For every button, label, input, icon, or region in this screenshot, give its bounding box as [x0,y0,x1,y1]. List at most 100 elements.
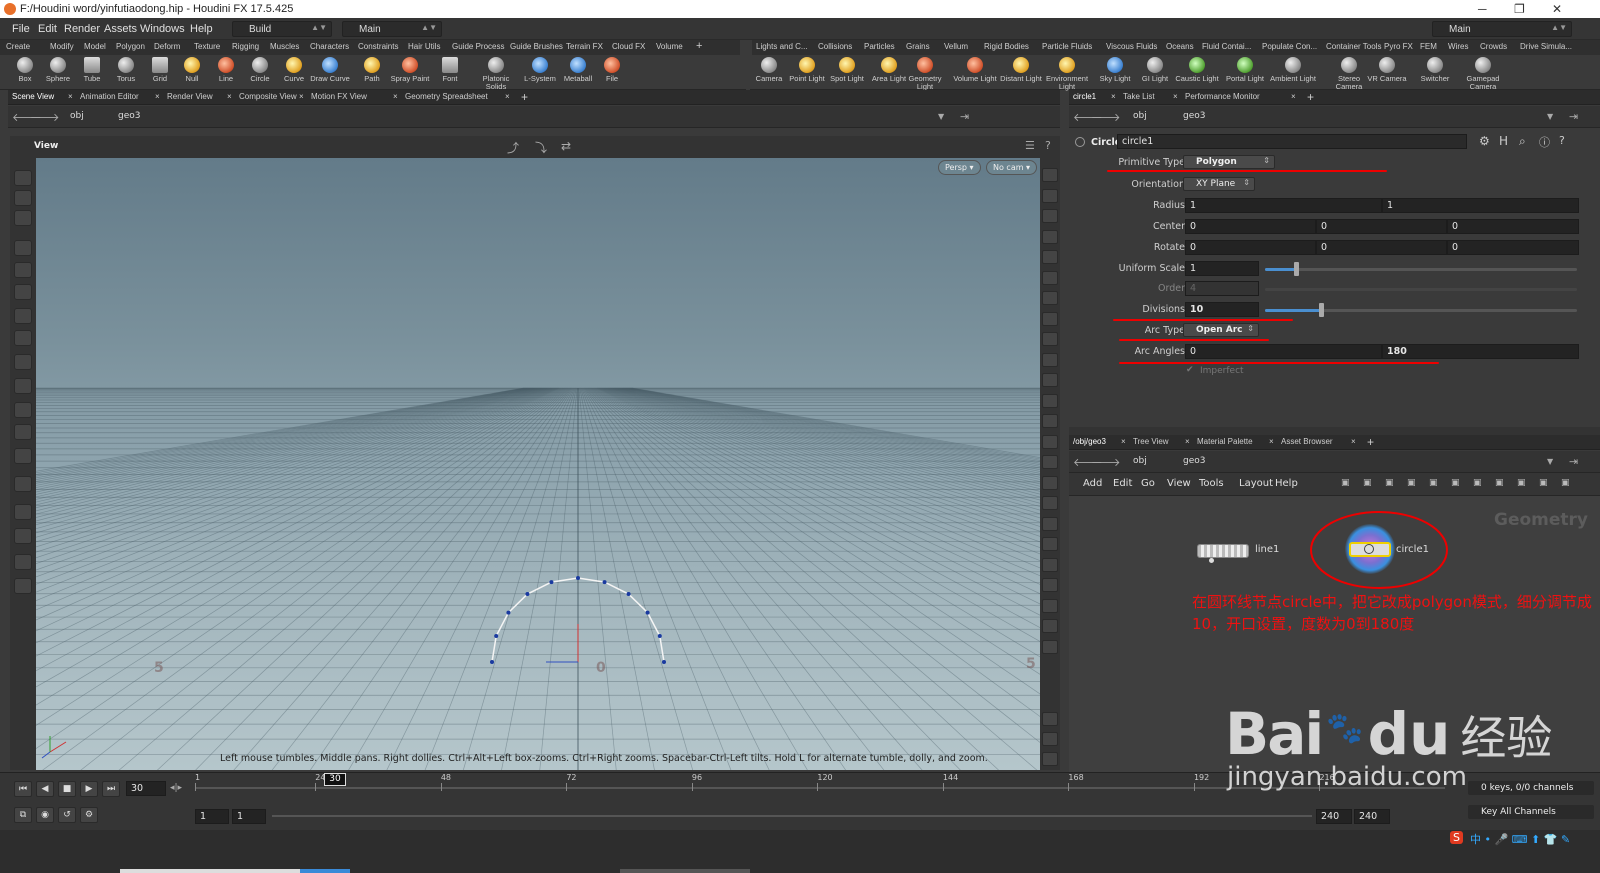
tool-volume-light[interactable]: Volume Light [950,57,1000,83]
menu-assets[interactable]: Assets [104,23,137,35]
add-tab-icon[interactable]: + [696,40,702,52]
shelf-tab-polygon[interactable]: Polygon [116,42,145,51]
maximize-icon[interactable]: ❐ [1514,2,1525,16]
lasso-icon[interactable] [14,448,32,464]
scissors-icon[interactable]: ▣ [1341,478,1350,488]
shelf-tab-wires[interactable]: Wires [1448,42,1468,51]
tab-render-view[interactable]: Render View [167,92,213,101]
add-tab-icon[interactable]: + [1307,90,1314,104]
arc-point[interactable] [490,660,494,664]
forward-arrow-icon[interactable]: 🡒 [30,110,60,124]
line-node[interactable] [1197,544,1249,558]
sphere-icon[interactable] [14,528,32,544]
close-tab-icon[interactable]: × [393,92,398,101]
shelf-tab-populate-con[interactable]: Populate Con... [1262,42,1317,51]
net-menu-tools[interactable]: Tools [1199,478,1224,489]
forward-arrow-icon[interactable]: 🡒 [1091,455,1121,469]
ime-status-icon[interactable]: 中 • 🎤 ⌨ ⬆ 👕 ✎ [1470,831,1570,847]
net-menu-layout[interactable]: Layout [1239,478,1273,489]
shelf-tab-crowds[interactable]: Crowds [1480,42,1507,51]
help-icon[interactable]: ? [1045,139,1051,152]
arc-angles-start-field[interactable]: 0 [1185,344,1382,359]
skip-start-icon[interactable]: ⏮ [14,781,32,797]
camera-icon[interactable]: ▣ [1561,478,1570,488]
bulb-icon[interactable] [14,554,32,570]
brush-icon[interactable] [14,210,32,226]
tool-file[interactable]: File [592,57,632,83]
menu-file[interactable]: File [12,23,30,35]
shelf-tab-texture[interactable]: Texture [194,42,220,51]
realtime-icon[interactable]: ⧉ [14,807,32,823]
minimize-icon[interactable]: ─ [1478,2,1487,16]
tool-spray-paint[interactable]: Spray Paint [390,57,430,83]
snap-icon[interactable] [14,354,32,370]
center-z-field[interactable]: 0 [1447,219,1579,234]
main-select[interactable]: Main ▲▼ [342,21,442,37]
rotate-z-field[interactable]: 0 [1447,240,1579,255]
slider-knob[interactable] [1319,303,1325,317]
desktop-select[interactable]: Build ▲▼ [232,21,332,37]
tool-environment-light[interactable]: Environment Light [1042,57,1092,91]
shelf-tab-fem[interactable]: FEM [1420,42,1437,51]
tab-circle1[interactable]: circle1 [1073,92,1096,101]
close-tab-icon[interactable]: × [155,92,160,101]
display-option-icon[interactable] [1042,311,1058,326]
menu-edit[interactable]: Edit [38,23,57,35]
tool-caustic-light[interactable]: Caustic Light [1172,57,1222,83]
close-icon[interactable]: ✕ [1552,2,1562,16]
shelf-tab-drive-simula[interactable]: Drive Simula... [1520,42,1572,51]
display-option-icon[interactable] [1042,188,1058,203]
rotate-x-field[interactable]: 0 [1185,240,1316,255]
close-tab-icon[interactable]: × [68,92,73,101]
note-icon[interactable]: ▣ [1473,478,1482,488]
display-option-icon[interactable] [1042,250,1058,264]
select-camera-icon[interactable]: ⤵ [535,139,547,156]
arc-point[interactable] [626,592,631,597]
arc-point[interactable] [506,610,511,615]
search-icon[interactable]: ▣ [1539,478,1548,488]
tool-ambient-light[interactable]: Ambient Light [1268,57,1318,83]
help-icon[interactable]: ? [1559,134,1565,147]
slider-knob[interactable] [1294,262,1300,276]
tab-composite-view[interactable]: Composite View [239,92,297,101]
desktop-right-select[interactable]: Main ▲▼ [1432,21,1572,37]
shelf-tab-create[interactable]: Create [6,42,30,51]
pin-icon[interactable]: ⇥ [960,110,969,123]
uniform-scale-field[interactable]: 1 [1185,261,1259,276]
tab-animation-editor[interactable]: Animation Editor [80,92,139,101]
shelf-tab-deform[interactable]: Deform [154,42,180,51]
grab-icon[interactable] [14,424,32,440]
magnet-icon[interactable] [14,402,32,418]
shelf-tab-particles[interactable]: Particles [864,42,895,51]
tab-motion-fx-view[interactable]: Motion FX View [311,92,367,101]
display-option-icon[interactable] [1042,229,1058,244]
display-option-icon[interactable] [1042,270,1058,285]
shelf-tab-rigging[interactable]: Rigging [232,42,259,51]
rotate-icon[interactable] [14,308,32,324]
add-tab-icon[interactable]: + [1367,435,1374,449]
shelf-tab-hair-utils[interactable]: Hair Utils [408,42,440,51]
center-y-field[interactable]: 0 [1316,219,1447,234]
menu-windows[interactable]: Windows [140,23,185,35]
gear-icon[interactable]: ⚙ [1479,134,1490,148]
pane-divider[interactable] [1069,427,1600,435]
close-tab-icon[interactable]: × [1269,437,1274,446]
shelf-tab-collisions[interactable]: Collisions [818,42,852,51]
net-menu-add[interactable]: Add [1083,478,1102,489]
link-camera-icon[interactable]: ⇄ [561,139,571,153]
settings-icon[interactable]: ⚙ [80,807,98,823]
search-icon[interactable]: ⌕ [1519,134,1526,149]
shelf-tab-lights-and-c[interactable]: Lights and C... [756,42,808,51]
display-option-icon[interactable] [1042,434,1058,449]
rotate-y-field[interactable]: 0 [1316,240,1447,255]
path-obj[interactable]: obj [70,111,84,121]
node-name-field[interactable]: circle1 [1117,134,1467,149]
uniform-scale-slider[interactable] [1265,262,1577,276]
ime-icon[interactable]: S [1450,831,1463,844]
info-icon[interactable] [1042,712,1058,726]
display-option-icon[interactable] [1042,393,1058,408]
pin-icon[interactable]: ⇥ [1569,110,1578,123]
tab-scene-view[interactable]: Scene View [12,92,54,101]
info-icon[interactable]: ⓘ [1539,134,1550,150]
display-option-icon[interactable] [1042,291,1058,305]
